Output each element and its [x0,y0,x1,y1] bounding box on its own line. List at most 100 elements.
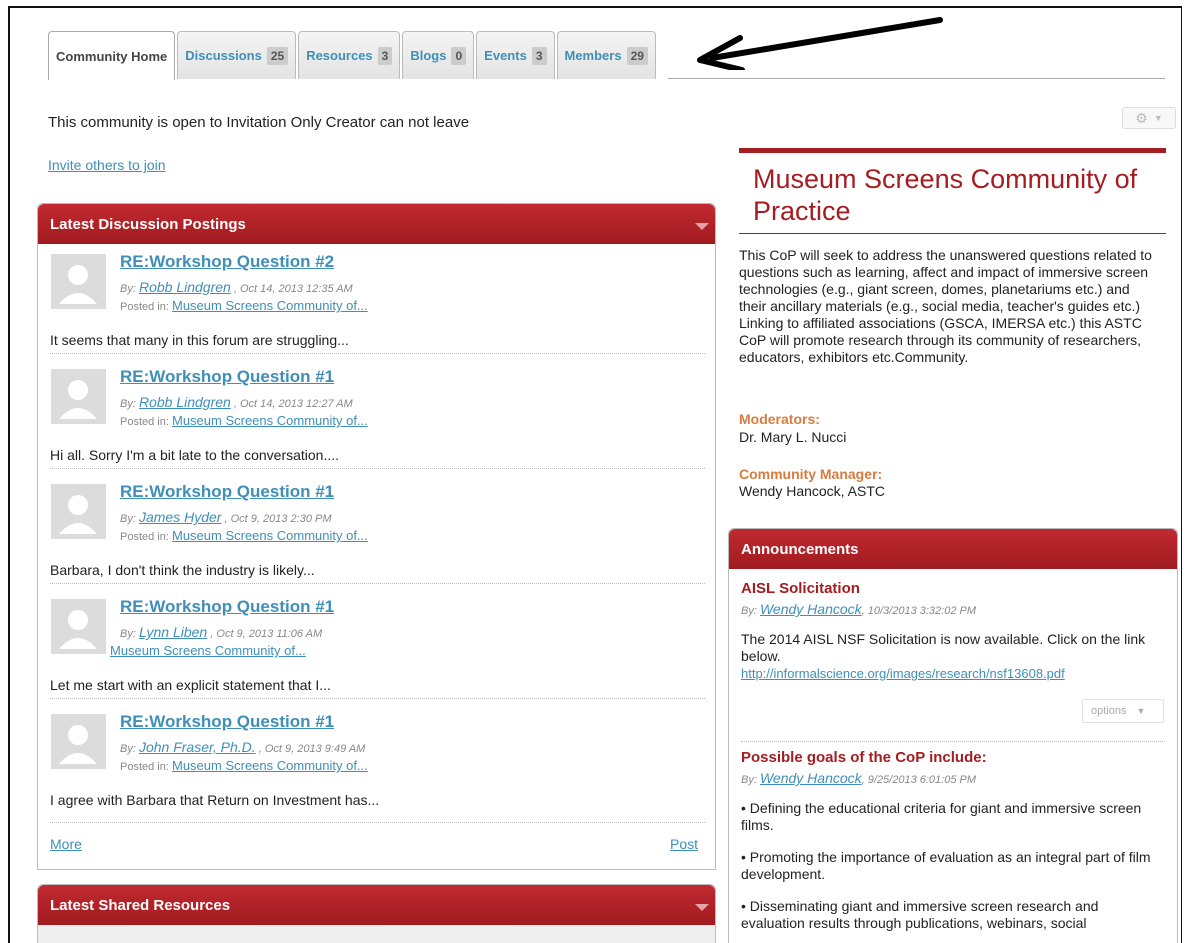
divider [50,468,705,469]
post-byline: By: Robb Lindgren , Oct 14, 2013 12:35 A… [120,279,353,295]
divider [739,233,1166,234]
post-byline: By: John Fraser, Ph.D. , Oct 9, 2013 9:4… [120,739,365,755]
options-label: options [1091,705,1127,717]
post-location: Posted in: Museum Screens Community of..… [120,413,368,428]
community-link[interactable]: Museum Screens Community of... [172,528,368,543]
by-label: By: [741,774,757,786]
post-byline: By: Lynn Liben , Oct 9, 2013 11:06 AM [120,624,322,640]
announcement-title[interactable]: Possible goals of the CoP include: [741,749,1165,766]
by-label: By: [120,283,136,295]
tab-label: Events [484,48,527,63]
goal-bullet: • Disseminating giant and immersive scre… [741,898,1099,931]
post-title-link[interactable]: RE:Workshop Question #1 [120,597,334,617]
tab-resources[interactable]: Resources 3 [298,31,401,79]
tab-label: Community Home [56,48,168,64]
posted-in-label: Posted in: [120,416,169,428]
community-link[interactable]: Museum Screens Community of... [172,758,368,773]
avatar-placeholder-icon [51,484,106,539]
by-label: By: [741,605,757,617]
by-label: By: [120,743,136,755]
post-location: Museum Screens Community of... [110,643,306,658]
panel-header: Latest Discussion Postings [38,204,715,244]
invite-link[interactable]: Invite others to join [48,157,166,173]
tab-count-badge: 3 [377,46,393,65]
post-location: Posted in: Museum Screens Community of..… [120,758,368,773]
post-excerpt: I agree with Barbara that Return on Inve… [50,792,380,808]
announcement-body: The 2014 AISL NSF Solicitation is now av… [741,631,1146,664]
options-dropdown[interactable]: options ▼ [1082,699,1164,723]
announcement-date: , 10/3/2013 3:32:02 PM [861,605,977,617]
tab-members[interactable]: Members 29 [556,31,656,79]
goal-bullet: • Defining the educational criteria for … [741,800,1142,833]
gear-icon: ⚙ [1135,109,1148,126]
tab-label: Blogs [410,48,447,63]
post-title-link[interactable]: RE:Workshop Question #1 [120,712,334,732]
tab-label: Members [564,48,622,63]
panel-header: Latest Shared Resources [38,885,715,925]
author-link[interactable]: James Hyder [139,509,221,525]
post-title-link[interactable]: RE:Workshop Question #2 [120,252,334,272]
community-title: Museum Screens Community of Practice [753,164,1138,226]
manager-value: Wendy Hancock, ASTC [739,483,886,499]
caret-down-icon: ▼ [1153,113,1163,123]
post-excerpt: Let me start with an explicit statement … [50,677,331,693]
post-date: , Oct 14, 2013 12:35 AM [233,283,353,295]
post-location: Posted in: Museum Screens Community of..… [120,298,368,313]
panel-title: Latest Shared Resources [50,896,231,914]
announcement-byline: By: Wendy Hancock, 9/25/2013 6:01:05 PM [741,770,1165,786]
tab-discussions[interactable]: Discussions 25 [177,31,297,79]
manager-label: Community Manager: [739,466,883,482]
post-title-link[interactable]: RE:Workshop Question #1 [120,482,334,502]
avatar-placeholder-icon [51,714,106,769]
author-link[interactable]: Wendy Hancock [760,770,862,786]
post-date: , Oct 9, 2013 2:30 PM [224,513,332,525]
caret-down-icon[interactable] [695,223,709,230]
community-link[interactable]: Museum Screens Community of... [172,298,368,313]
announcement-item: AISL Solicitation By: Wendy Hancock, 10/… [741,580,1165,681]
tab-label: Resources [306,48,373,63]
goal-bullet: • Promoting the importance of evaluation… [741,849,1151,882]
post-title-link[interactable]: RE:Workshop Question #1 [120,367,334,387]
tab-count-badge: 29 [626,46,648,65]
author-link[interactable]: Robb Lindgren [139,279,231,295]
author-link[interactable]: Lynn Liben [139,624,207,640]
posted-in-label: Posted in: [120,761,169,773]
tab-count-badge: 3 [531,46,547,65]
post-excerpt: Hi all. Sorry I'm a bit late to the conv… [50,447,340,463]
announcement-date: , 9/25/2013 6:01:05 PM [861,774,977,786]
community-link[interactable]: Museum Screens Community of... [110,643,306,658]
post-date: , Oct 14, 2013 12:27 AM [233,398,353,410]
divider [50,822,705,823]
announcement-title[interactable]: AISL Solicitation [741,580,1165,597]
discussions-panel: Latest Discussion Postings RE:Workshop Q… [37,203,716,870]
announcement-link[interactable]: http://informalscience.org/images/resear… [741,666,1065,681]
community-link[interactable]: Museum Screens Community of... [172,413,368,428]
post-date: , Oct 9, 2013 11:06 AM [210,628,323,640]
author-link[interactable]: Wendy Hancock [760,601,862,617]
moderators-value: Dr. Mary L. Nucci [739,429,847,445]
settings-menu-button[interactable]: ⚙ ▼ [1122,107,1176,129]
post-link[interactable]: Post [670,836,698,852]
divider [50,583,705,584]
tab-blogs[interactable]: Blogs 0 [402,31,475,79]
post-byline: By: James Hyder , Oct 9, 2013 2:30 PM [120,509,332,525]
by-label: By: [120,398,136,410]
post-location: Posted in: Museum Screens Community of..… [120,528,368,543]
panel-title: Announcements [741,540,859,558]
caret-down-icon: ▼ [1136,706,1146,716]
avatar-placeholder-icon [51,599,106,654]
post-date: , Oct 9, 2013 9:49 AM [258,743,366,755]
panel-body [38,925,715,943]
author-link[interactable]: John Fraser, Ph.D. [139,739,256,755]
caret-down-icon[interactable] [695,904,709,911]
community-tabs: Community Home Discussions 25 Resources 3 … [48,31,658,80]
divider [50,698,705,699]
tab-events[interactable]: Events 3 [476,31,555,79]
author-link[interactable]: Robb Lindgren [139,394,231,410]
community-title-box: Museum Screens Community of Practice [739,148,1166,234]
avatar-placeholder-icon [51,254,106,309]
announcement-item: Possible goals of the CoP include: By: W… [741,749,1165,932]
tab-community-home[interactable]: Community Home [48,31,176,80]
community-description: This CoP will seek to address the unansw… [739,247,1152,365]
more-link[interactable]: More [50,836,82,852]
